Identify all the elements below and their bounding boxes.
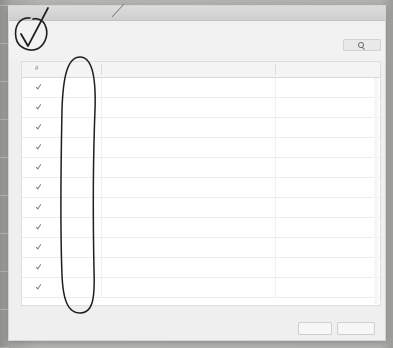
table-row[interactable] — [22, 158, 380, 178]
column-divider — [275, 278, 276, 297]
title-bar[interactable] — [9, 6, 385, 21]
column-divider — [275, 158, 276, 177]
checkmark-icon[interactable] — [36, 284, 41, 290]
cancel-button[interactable] — [337, 322, 375, 335]
column-divider — [275, 98, 276, 117]
magnifier-icon — [358, 42, 364, 48]
checkmark-icon[interactable] — [36, 84, 41, 90]
column-divider — [275, 238, 276, 257]
search-button[interactable] — [343, 39, 381, 51]
column-divider[interactable] — [101, 64, 102, 75]
results-table: # — [21, 61, 381, 306]
table-row[interactable] — [22, 78, 380, 98]
column-divider — [101, 218, 102, 237]
checkmark-icon[interactable] — [36, 104, 41, 110]
table-row[interactable] — [22, 138, 380, 158]
checkmark-icon[interactable] — [36, 224, 41, 230]
column-divider — [101, 158, 102, 177]
column-divider — [101, 238, 102, 257]
table-header: # — [22, 62, 380, 78]
photo-frame: # — [0, 0, 393, 348]
checkmark-icon[interactable] — [36, 244, 41, 250]
scrollbar-track[interactable] — [374, 78, 378, 304]
checkmark-icon[interactable] — [36, 264, 41, 270]
table-row[interactable] — [22, 278, 380, 298]
column-divider — [101, 258, 102, 277]
checkmark-icon[interactable] — [36, 124, 41, 130]
column-divider — [275, 178, 276, 197]
column-divider — [101, 278, 102, 297]
checkmark-icon[interactable] — [36, 144, 41, 150]
dialog-footer — [9, 306, 385, 340]
column-divider — [101, 118, 102, 137]
column-divider — [101, 78, 102, 97]
column-divider — [275, 138, 276, 157]
search-input[interactable] — [140, 32, 280, 44]
column-divider — [275, 218, 276, 237]
column-divider — [101, 198, 102, 217]
column-header-index[interactable]: # — [35, 66, 38, 72]
table-row[interactable] — [22, 218, 380, 238]
column-divider — [101, 138, 102, 157]
column-divider — [101, 178, 102, 197]
column-divider — [275, 198, 276, 217]
dialog-window: # — [9, 6, 385, 340]
ok-button[interactable] — [298, 322, 332, 335]
column-divider — [101, 98, 102, 117]
table-row[interactable] — [22, 198, 380, 218]
table-row[interactable] — [22, 258, 380, 278]
checkmark-icon[interactable] — [36, 164, 41, 170]
table-row[interactable] — [22, 238, 380, 258]
column-divider — [275, 258, 276, 277]
table-row[interactable] — [22, 98, 380, 118]
checkmark-icon[interactable] — [36, 184, 41, 190]
column-divider — [275, 78, 276, 97]
table-row[interactable] — [22, 118, 380, 138]
column-divider[interactable] — [275, 64, 276, 75]
table-row[interactable] — [22, 178, 380, 198]
checkmark-icon[interactable] — [36, 204, 41, 210]
background-paper-edge — [0, 0, 9, 348]
column-divider — [275, 118, 276, 137]
